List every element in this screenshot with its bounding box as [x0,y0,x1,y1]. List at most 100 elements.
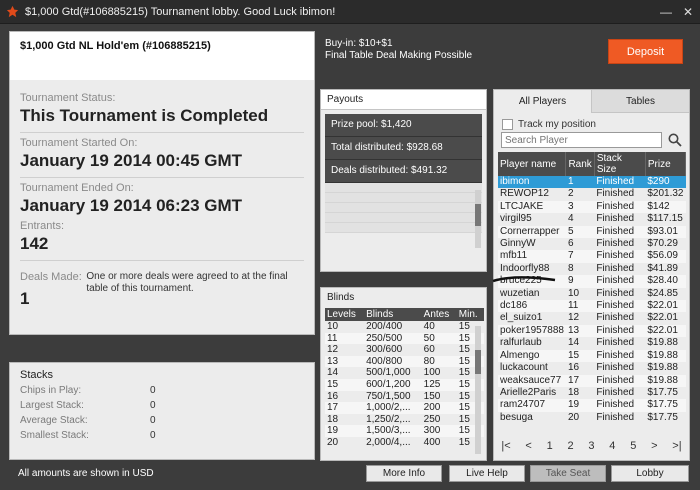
first-page-button[interactable]: |< [501,440,510,452]
blinds-ante: 200 [421,402,457,414]
player-prize: $41.89 [647,262,678,274]
player-prize: $22.01 [647,312,678,324]
live-help-button[interactable]: Live Help [449,465,525,482]
blinds-amount: 400/800 [364,355,422,368]
tab-all-players[interactable]: All Players [494,90,591,113]
player-name: ibimon [498,176,566,189]
col-levels[interactable]: Levels [325,308,365,321]
search-icon[interactable] [668,133,682,147]
player-prize: $19.88 [645,349,686,363]
track-position-checkbox[interactable] [502,119,513,130]
col-prize[interactable]: Prize [645,152,687,176]
status-value: This Tournament is Completed [20,106,269,125]
col-min[interactable]: Min. [456,308,484,321]
blinds-row: 17 1,000/2,... 200 15 [325,402,484,414]
player-stack: Finished [596,362,635,374]
blinds-scrollbar[interactable] [475,326,481,454]
page-2[interactable]: 2 [568,440,574,452]
player-row[interactable]: ibimon 1 Finished $290 [498,176,686,189]
blinds-level: 18 [327,413,339,425]
minimize-button[interactable]: — [658,4,674,20]
payouts-scroll-thumb[interactable] [475,204,481,226]
player-name: LTCJAKE [498,200,566,214]
blinds-scroll-thumb[interactable] [475,350,481,374]
blinds-row: 14 500/1,000 100 15 [325,367,484,379]
payouts-panel: Payouts Prize pool: $1,420 Total distrib… [320,89,487,272]
take-seat-button[interactable]: Take Seat [530,465,606,482]
started-value: January 19 2014 00:45 GMT [20,151,243,170]
player-prize: $56.09 [645,250,686,263]
player-stack: Finished [594,200,646,214]
track-position[interactable]: Track my position [494,113,689,132]
ended-label: Tournament Ended On: [20,182,134,194]
player-row[interactable]: dc186 11 Finished $22.01 [498,300,686,313]
player-name: GinnyW [500,238,536,250]
player-row[interactable]: poker1957888 13 Finished $22.01 [498,324,686,338]
blinds-level: 17 [325,402,365,414]
prev-page-button[interactable]: < [525,440,531,452]
page-4[interactable]: 4 [609,440,615,452]
player-name: poker1957888 [498,324,566,338]
blinds-ante: 80 [421,355,457,368]
blinds-ante: 125 [421,378,457,391]
player-rank: 17 [565,374,595,387]
more-info-button[interactable]: More Info [366,465,442,482]
close-button[interactable]: ✕ [680,4,696,20]
largest-stack-label: Largest Stack: [20,400,84,411]
player-name: virgil95 [500,213,532,225]
tab-tables[interactable]: Tables [591,90,689,113]
player-row[interactable]: ralfurlaub 14 Finished $19.88 [498,337,686,349]
player-prize: $19.88 [647,362,678,374]
player-row[interactable]: virgil95 4 Finished $117.15 [498,213,686,225]
blinds-amount: 250/500 [364,332,422,345]
player-row[interactable]: ram24707 19 Finished $17.75 [498,399,686,412]
player-rank: 11 [565,300,595,313]
status-label: Tournament Status: [20,92,116,104]
player-row[interactable]: Arielle2Paris 18 Finished $17.75 [498,387,686,399]
pokerstars-logo-icon [6,5,19,18]
player-row[interactable]: el_suizo1 12 Finished $22.01 [498,312,686,324]
last-page-button[interactable]: >| [672,440,681,452]
col-rank[interactable]: Rank [565,152,595,176]
player-prize: $19.88 [647,337,678,349]
blinds-level: 10 [327,321,339,332]
col-antes[interactable]: Antes [421,308,457,321]
player-row[interactable]: mfb11 7 Finished $56.09 [498,250,686,263]
currency-note: All amounts are shown in USD [18,468,154,479]
player-row[interactable]: besuga 20 Finished $17.75 [498,412,686,424]
col-stack-size[interactable]: Stack Size [594,152,646,176]
col-player-name[interactable]: Player name [498,152,567,176]
blinds-panel: Blinds Levels Blinds Antes Min. 10 200/40… [320,287,487,461]
blinds-ante: 60 [423,344,435,356]
deposit-button[interactable]: Deposit [608,39,683,64]
player-row[interactable]: LTCJAKE 3 Finished $142 [498,200,686,214]
divider [20,260,304,261]
next-page-button[interactable]: > [651,440,657,452]
player-row[interactable]: luckacount 16 Finished $19.88 [498,362,686,374]
player-row[interactable]: REWOP12 2 Finished $201.32 [498,188,686,200]
buyin-text: Buy-in: $10+$1 [325,38,393,49]
page-3[interactable]: 3 [588,440,594,452]
lobby-button[interactable]: Lobby [611,465,689,482]
smallest-stack-label: Smallest Stack: [20,430,89,441]
blinds-amount: 1,250/2,... [366,413,411,425]
blinds-row: 15 600/1,200 125 15 [325,378,484,391]
page-5[interactable]: 5 [630,440,636,452]
player-row[interactable]: Almengo 15 Finished $19.88 [498,349,686,363]
player-row[interactable]: GinnyW 6 Finished $70.29 [498,238,686,250]
player-name: Cornerrapper [498,225,566,239]
col-blinds[interactable]: Blinds [364,308,422,321]
empty-row [325,223,482,233]
player-row[interactable]: weaksauce77 17 Finished $19.88 [498,374,686,387]
player-prize: $93.01 [645,225,686,239]
player-rank: 2 [567,188,574,200]
player-row[interactable]: wuzetian 10 Finished $24.85 [498,288,686,300]
player-row[interactable]: Cornerrapper 5 Finished $93.01 [498,225,686,239]
chips-in-play-label: Chips in Play: [20,385,82,396]
player-rank: 9 [565,275,595,288]
page-1[interactable]: 1 [547,440,553,452]
total-distributed-row: Total distributed: $928.68 [325,137,482,160]
entrants-value: 142 [20,234,49,253]
payouts-title: Payouts [321,90,486,110]
search-player-input[interactable] [501,132,662,148]
